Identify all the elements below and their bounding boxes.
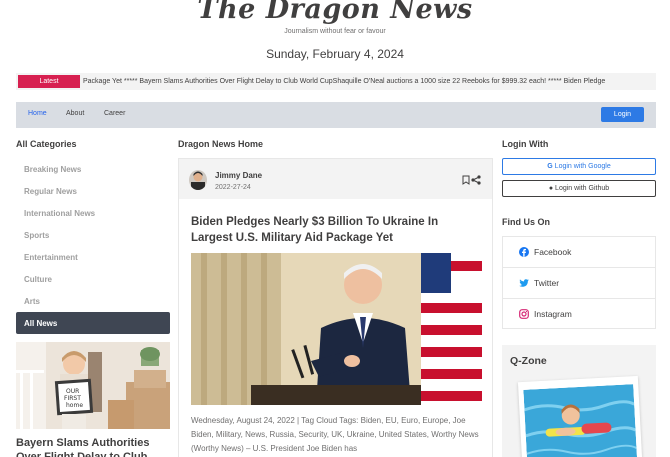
author-name: Jimmy Dane: [215, 171, 263, 180]
nav-home[interactable]: Home: [28, 110, 47, 117]
site-logo: The Dragon News: [197, 0, 473, 25]
side-news-image[interactable]: OUR FIRST home: [16, 342, 170, 429]
login-github-label: Login with Github: [555, 185, 610, 192]
social-instagram-link[interactable]: Instagram: [503, 299, 655, 330]
child-swimming-illustration: [523, 384, 638, 457]
find-us-title: Find Us On: [502, 217, 550, 227]
category-arts[interactable]: Arts: [24, 297, 40, 306]
qzone-panel: Q-Zone: [502, 345, 656, 457]
article-description: Wednesday, August 24, 2022 | Tag Cloud T…: [191, 416, 479, 453]
navbar: Home About Career Login: [16, 102, 656, 128]
article-image[interactable]: [191, 253, 482, 405]
qzone-title: Q-Zone: [510, 355, 547, 367]
bookmark-icon[interactable]: [462, 175, 470, 185]
speaker-at-podium-illustration: [191, 253, 482, 405]
qzone-image: [523, 384, 638, 457]
side-news-headline[interactable]: Bayern Slams Authorities Over Flight Del…: [16, 436, 176, 457]
site-tagline: Journalism without fear or favour: [284, 28, 386, 35]
author-avatar: [189, 170, 207, 190]
login-google-button[interactable]: G Login with Google: [502, 158, 656, 175]
category-regular-news[interactable]: Regular News: [24, 187, 77, 196]
twitter-icon: [519, 278, 529, 288]
news-card: Jimmy Dane 2022-27-24 Biden Pledges Near…: [178, 158, 493, 457]
category-all-news[interactable]: All News: [16, 312, 170, 334]
article-title[interactable]: Biden Pledges Nearly $3 Billion To Ukrai…: [191, 214, 481, 246]
twitter-label: Twitter: [534, 278, 560, 288]
find-us-list: Facebook Twitter Instagram: [502, 236, 656, 329]
login-google-label: Login with Google: [554, 163, 611, 170]
categories-title: All Categories: [16, 139, 77, 149]
nav-about[interactable]: About: [66, 110, 84, 117]
login-github-button[interactable]: ● Login with Github: [502, 180, 656, 197]
card-header: Jimmy Dane 2022-27-24: [179, 159, 492, 199]
current-date: Sunday, February 4, 2024: [266, 47, 404, 61]
child-with-sign-illustration: OUR FIRST home: [16, 342, 170, 429]
google-icon: G: [547, 163, 553, 170]
center-title: Dragon News Home: [178, 139, 264, 149]
sign-text-our: OUR: [66, 388, 79, 395]
publish-date: 2022-27-24: [215, 184, 251, 191]
category-sports[interactable]: Sports: [24, 231, 49, 240]
news-ticker: Latest Package Yet ***** Bayern Slams Au…: [16, 73, 656, 90]
category-culture[interactable]: Culture: [24, 275, 52, 284]
sign-text-home: home: [66, 402, 83, 409]
instagram-label: Instagram: [534, 309, 572, 319]
login-with-title: Login With: [502, 139, 549, 149]
qzone-card[interactable]: [517, 375, 643, 457]
category-entertainment[interactable]: Entertainment: [24, 253, 78, 262]
facebook-icon: [519, 247, 529, 257]
share-icon[interactable]: [471, 175, 481, 185]
nav-career[interactable]: Career: [104, 110, 125, 117]
ticker-marquee[interactable]: Package Yet ***** Bayern Slams Authoriti…: [83, 73, 605, 90]
category-international-news[interactable]: International News: [24, 209, 95, 218]
category-breaking-news[interactable]: Breaking News: [24, 165, 81, 174]
login-button[interactable]: Login: [601, 107, 644, 122]
sign-text-first: FIRST: [64, 395, 81, 402]
social-twitter-link[interactable]: Twitter: [503, 268, 655, 299]
github-icon: ●: [548, 185, 554, 192]
category-all-news-label: All News: [24, 319, 58, 328]
latest-button[interactable]: Latest: [18, 75, 80, 88]
instagram-icon: [519, 309, 529, 319]
facebook-label: Facebook: [534, 247, 572, 257]
social-facebook-link[interactable]: Facebook: [503, 237, 655, 268]
